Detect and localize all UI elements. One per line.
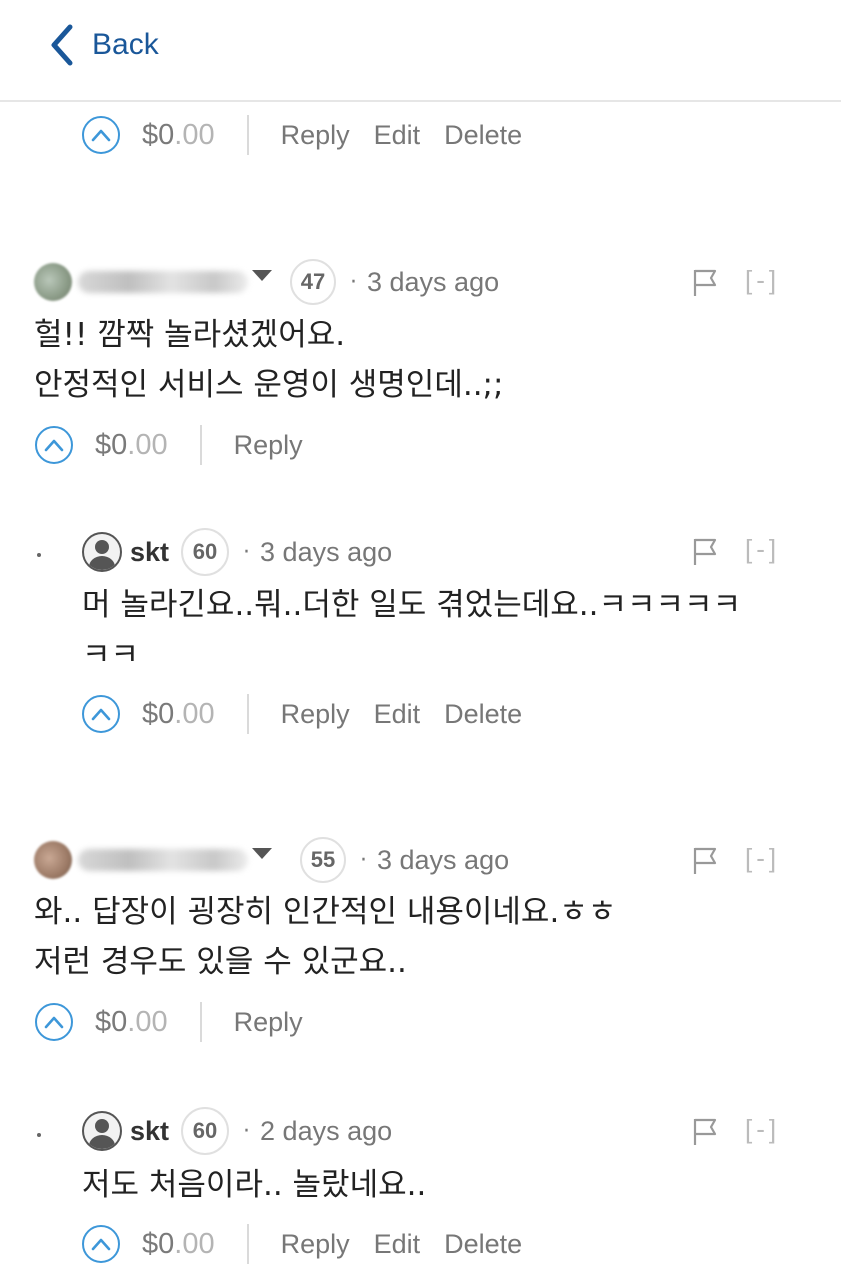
collapse-toggle[interactable]: [-] bbox=[745, 534, 780, 565]
author-name[interactable]: skt bbox=[130, 1116, 169, 1147]
author-name-blurred[interactable] bbox=[78, 849, 248, 871]
comment-body: 와.. 답장이 굉장히 인간적인 내용이네요.ㅎㅎ 저런 경우도 있을 수 있군… bbox=[34, 887, 616, 987]
timestamp[interactable]: 3 days ago bbox=[377, 845, 509, 876]
collapse-toggle[interactable]: [-] bbox=[745, 1114, 780, 1145]
timestamp[interactable]: 2 days ago bbox=[260, 1116, 392, 1147]
payout-value: $0.00 bbox=[142, 697, 215, 730]
upvote-button[interactable] bbox=[82, 695, 120, 733]
divider bbox=[246, 1224, 249, 1264]
reputation-badge: 55 bbox=[300, 837, 346, 883]
divider bbox=[246, 115, 249, 155]
divider bbox=[246, 694, 249, 734]
reply-actions: $0.00 Reply Edit Delete bbox=[82, 1222, 546, 1266]
timestamp[interactable]: 3 days ago bbox=[367, 267, 499, 298]
edit-link[interactable]: Edit bbox=[374, 120, 421, 151]
meta-separator: · bbox=[243, 1118, 251, 1144]
meta-separator: · bbox=[350, 269, 357, 295]
comment-line: 와.. 답장이 굉장히 인간적인 내용이네요.ㅎㅎ bbox=[34, 894, 617, 930]
upvote-button[interactable] bbox=[82, 1225, 120, 1263]
back-button[interactable]: Back bbox=[48, 22, 159, 68]
flag-icon[interactable] bbox=[692, 846, 718, 876]
reply-meta: skt 60 · 3 days ago bbox=[82, 528, 392, 576]
user-silhouette-icon[interactable] bbox=[82, 532, 122, 572]
flag-icon[interactable] bbox=[692, 537, 718, 567]
avatar[interactable] bbox=[34, 263, 72, 301]
avatar[interactable] bbox=[34, 841, 72, 879]
reply-link[interactable]: Reply bbox=[281, 699, 350, 730]
top-bar: Back bbox=[0, 0, 841, 102]
author-name-blurred[interactable] bbox=[78, 271, 248, 293]
chevron-up-icon bbox=[91, 708, 111, 721]
comment-line: 저도 처음이라.. 놀랐네요.. bbox=[82, 1167, 427, 1203]
thread-bullet bbox=[37, 1133, 41, 1137]
meta-separator: · bbox=[243, 539, 251, 565]
edit-link[interactable]: Edit bbox=[374, 699, 421, 730]
comment-line: 헐!! 깜짝 놀라셨겠어요. bbox=[34, 317, 346, 353]
divider bbox=[199, 425, 202, 465]
payout-value: $0.00 bbox=[95, 428, 168, 461]
chevron-up-icon bbox=[44, 439, 64, 452]
author-name[interactable]: skt bbox=[130, 537, 169, 568]
payout-value: $0.00 bbox=[142, 1227, 215, 1260]
delete-link[interactable]: Delete bbox=[444, 1229, 522, 1260]
upvote-button[interactable] bbox=[35, 1003, 73, 1041]
comment-body: 헐!! 깜짝 놀라셨겠어요. 안정적인 서비스 운영이 생명인데..;; bbox=[34, 310, 503, 410]
collapse-toggle[interactable]: [-] bbox=[745, 265, 780, 296]
reputation-badge: 60 bbox=[181, 528, 230, 576]
chevron-down-icon[interactable] bbox=[252, 269, 272, 281]
chevron-left-icon bbox=[51, 24, 73, 66]
reply-link[interactable]: Reply bbox=[234, 1007, 303, 1038]
post-actions: $0.00 Reply Edit Delete bbox=[82, 113, 546, 157]
reputation-badge: 60 bbox=[181, 1107, 230, 1155]
comment-meta: 55 · 3 days ago bbox=[34, 837, 509, 883]
comment-line: 저런 경우도 있을 수 있군요.. bbox=[34, 944, 407, 980]
upvote-button[interactable] bbox=[35, 426, 73, 464]
chevron-up-icon bbox=[44, 1016, 64, 1029]
reply-body: 머 놀라긴요..뭐..더한 일도 겪었는데요..ㅋㅋㅋㅋㅋ ㅋㅋ bbox=[82, 580, 741, 680]
delete-link[interactable]: Delete bbox=[444, 699, 522, 730]
user-silhouette-icon[interactable] bbox=[82, 1111, 122, 1151]
reply-link[interactable]: Reply bbox=[281, 1229, 350, 1260]
collapse-toggle[interactable]: [-] bbox=[745, 843, 780, 874]
comment-line: 머 놀라긴요..뭐..더한 일도 겪었는데요..ㅋㅋㅋㅋㅋ bbox=[82, 587, 742, 623]
comment-actions: $0.00 Reply bbox=[35, 423, 327, 467]
payout-value: $0.00 bbox=[95, 1005, 168, 1038]
upvote-button[interactable] bbox=[82, 116, 120, 154]
comment-line: ㅋㅋ bbox=[82, 637, 140, 673]
back-label: Back bbox=[92, 28, 159, 61]
comment-actions: $0.00 Reply bbox=[35, 1000, 327, 1044]
reply-body: 저도 처음이라.. 놀랐네요.. bbox=[82, 1160, 426, 1210]
comment-line: 안정적인 서비스 운영이 생명인데..;; bbox=[34, 367, 504, 403]
reply-link[interactable]: Reply bbox=[234, 430, 303, 461]
chevron-up-icon bbox=[91, 1238, 111, 1251]
chevron-up-icon bbox=[91, 129, 111, 142]
delete-link[interactable]: Delete bbox=[444, 120, 522, 151]
reputation-badge: 47 bbox=[290, 259, 336, 305]
reply-actions: $0.00 Reply Edit Delete bbox=[82, 692, 546, 736]
reply-meta: skt 60 · 2 days ago bbox=[82, 1107, 392, 1155]
reply-link[interactable]: Reply bbox=[281, 120, 350, 151]
edit-link[interactable]: Edit bbox=[374, 1229, 421, 1260]
comment-meta: 47 · 3 days ago bbox=[34, 259, 499, 305]
divider bbox=[199, 1002, 202, 1042]
chevron-down-icon[interactable] bbox=[252, 847, 272, 859]
payout-value: $0.00 bbox=[142, 118, 215, 151]
thread-bullet bbox=[37, 553, 41, 557]
flag-icon[interactable] bbox=[692, 268, 718, 298]
meta-separator: · bbox=[360, 847, 367, 873]
flag-icon[interactable] bbox=[692, 1117, 718, 1147]
timestamp[interactable]: 3 days ago bbox=[260, 537, 392, 568]
